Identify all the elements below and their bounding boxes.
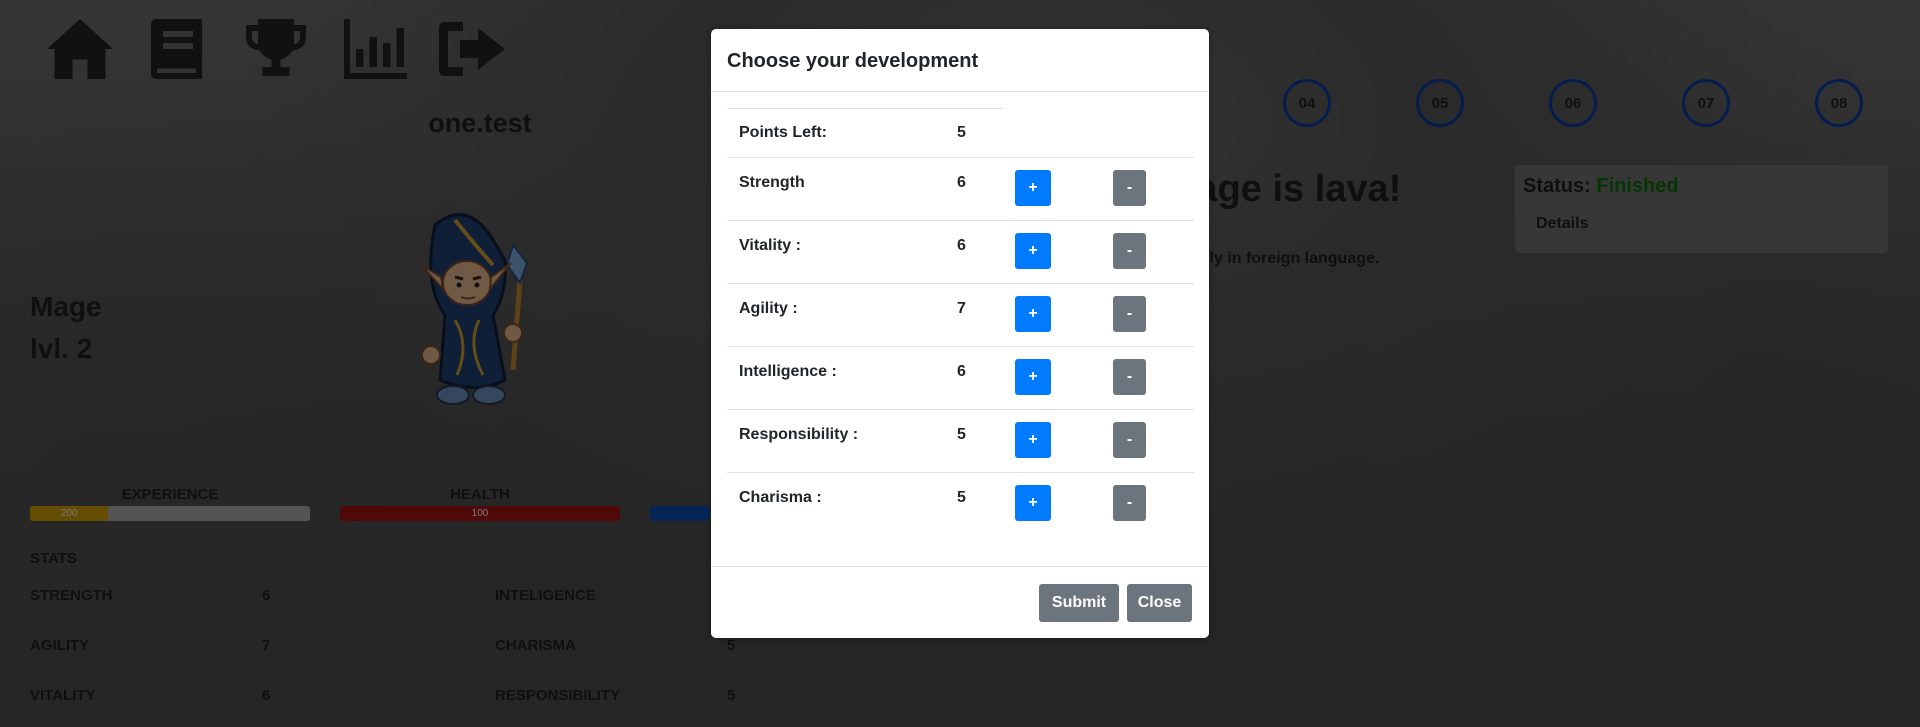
stat-row-label: Responsibility : xyxy=(739,426,859,443)
modal-footer: Submit Close xyxy=(711,566,1209,639)
modal-header: Choose your development xyxy=(711,29,1209,92)
stat-row-label: Charisma : xyxy=(739,489,822,506)
vitality-minus-button[interactable]: - xyxy=(1113,233,1146,269)
close-button[interactable]: Close xyxy=(1127,584,1192,622)
intelligence-plus-button[interactable]: + xyxy=(1015,359,1051,395)
stat-row-agility: Agility : 7 + - xyxy=(727,283,1194,346)
stat-row-label: Agility : xyxy=(739,300,798,317)
responsibility-plus-button[interactable]: + xyxy=(1015,422,1051,458)
modal-body: Points Left: 5 Strength 6 + - Vitality :… xyxy=(727,108,1194,535)
modal-title: Choose your development xyxy=(727,50,979,72)
stat-row-value: 6 xyxy=(957,237,966,254)
charisma-minus-button[interactable]: - xyxy=(1113,485,1146,521)
stat-row-value: 7 xyxy=(957,300,966,317)
stat-row-value: 6 xyxy=(957,174,966,191)
intelligence-minus-button[interactable]: - xyxy=(1113,359,1146,395)
stat-row-label: Vitality : xyxy=(739,237,801,254)
stat-row-value: 6 xyxy=(957,363,966,380)
strength-minus-button[interactable]: - xyxy=(1113,170,1146,206)
stat-row-responsibility: Responsibility : 5 + - xyxy=(727,409,1194,472)
responsibility-minus-button[interactable]: - xyxy=(1113,422,1146,458)
stat-row-label: Strength xyxy=(739,174,805,191)
vitality-plus-button[interactable]: + xyxy=(1015,233,1051,269)
points-left-value: 5 xyxy=(957,124,966,141)
strength-plus-button[interactable]: + xyxy=(1015,170,1051,206)
stat-row-strength: Strength 6 + - xyxy=(727,157,1194,220)
agility-minus-button[interactable]: - xyxy=(1113,296,1146,332)
stat-row-intelligence: Intelligence : 6 + - xyxy=(727,346,1194,409)
points-left-label: Points Left: xyxy=(739,124,827,141)
stat-row-value: 5 xyxy=(957,426,966,443)
agility-plus-button[interactable]: + xyxy=(1015,296,1051,332)
stat-row-vitality: Vitality : 6 + - xyxy=(727,220,1194,283)
development-modal: Choose your development Points Left: 5 S… xyxy=(711,29,1209,638)
submit-button[interactable]: Submit xyxy=(1039,584,1119,622)
stat-row-value: 5 xyxy=(957,489,966,506)
stat-row-label: Intelligence : xyxy=(739,363,837,380)
points-left-row: Points Left: 5 xyxy=(727,108,1003,157)
charisma-plus-button[interactable]: + xyxy=(1015,485,1051,521)
stat-row-charisma: Charisma : 5 + - xyxy=(727,472,1194,535)
